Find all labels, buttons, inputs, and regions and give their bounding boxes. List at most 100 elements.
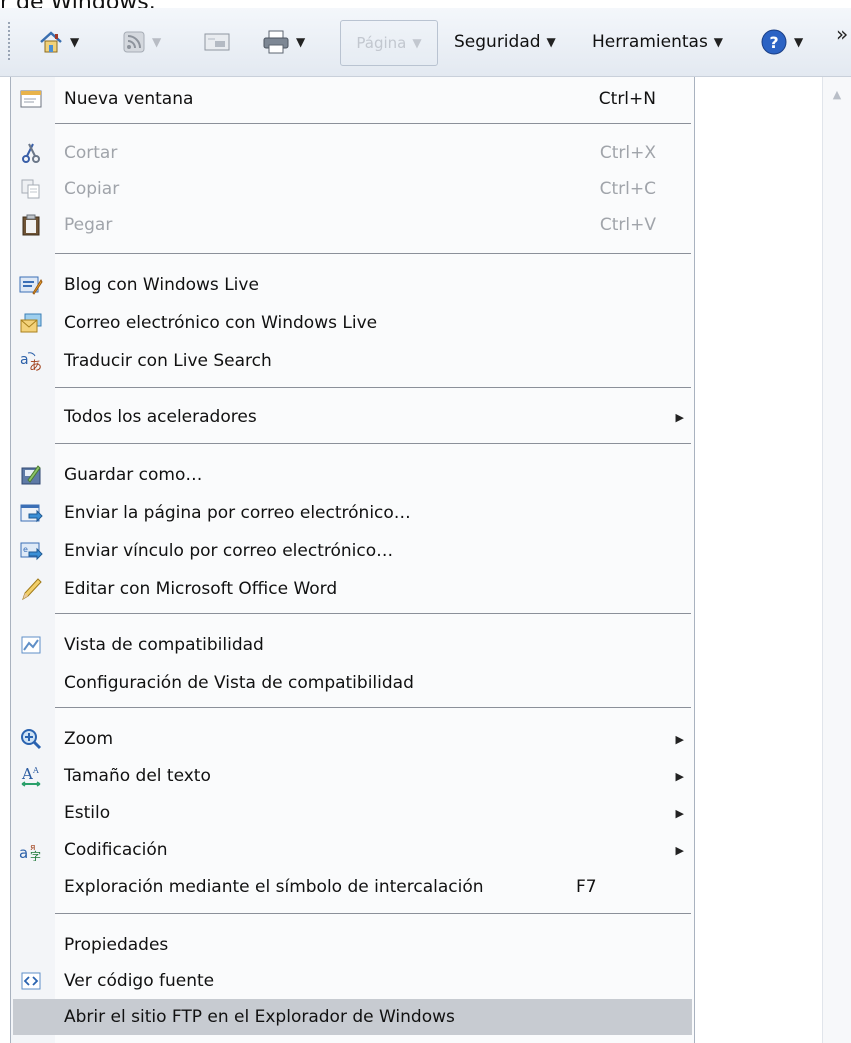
menu-separator [55,707,691,708]
blog-icon [19,273,43,297]
menu-item-label: Ver código fuente [64,971,215,991]
encoding-icon: aя字 [19,838,43,862]
svg-text:e: e [23,545,28,554]
menu-item-todos-aceleradores[interactable]: Todos los aceleradores ▶ [11,399,694,435]
feeds-button[interactable]: ▼ [122,8,161,76]
read-mail-button[interactable] [203,8,231,76]
copy-icon [19,177,43,201]
menu-item-cortar: Cortar Ctrl+X [11,135,694,171]
submenu-arrow-icon: ▶ [675,806,684,820]
submenu-arrow-icon: ▶ [675,843,684,857]
compat-view-icon [19,633,43,657]
menu-item-shortcut: Ctrl+C [599,179,656,199]
menu-separator [55,613,691,614]
menu-item-label: Blog con Windows Live [64,275,259,295]
menu-item-vista-compatibilidad[interactable]: Vista de compatibilidad [11,627,694,663]
chevron-down-icon[interactable]: ▼ [70,35,79,49]
command-bar: ▼ ▼ ▼ Página ▼ Seguridad ▼ Herramientas … [0,8,851,77]
scissors-icon [19,141,43,165]
menu-separator [55,913,691,914]
submenu-arrow-icon: ▶ [675,732,684,746]
send-link-icon: e [19,539,43,563]
print-icon [262,29,290,55]
menu-item-label: Traducir con Live Search [64,351,272,371]
toolbar-overflow-chevron[interactable]: » [836,22,848,46]
menu-item-estilo[interactable]: Estilo ▶ [11,795,694,831]
new-window-icon [19,87,43,111]
mail-live-icon [19,311,43,335]
menu-item-label: Configuración de Vista de compatibilidad [64,673,414,693]
menu-item-correo-windows-live[interactable]: Correo electrónico con Windows Live [11,305,694,341]
menu-item-zoom[interactable]: Zoom ▶ [11,721,694,757]
menu-item-label: Exploración mediante el símbolo de inter… [64,877,484,897]
svg-text:A: A [21,765,33,783]
seguridad-label: Seguridad [454,32,541,52]
menu-item-label: Correo electrónico con Windows Live [64,313,378,333]
chevron-down-icon: ▼ [546,35,556,49]
menu-item-editar-word[interactable]: Editar con Microsoft Office Word [11,571,694,607]
menu-item-enviar-pagina[interactable]: Enviar la página por correo electrónico… [11,495,694,531]
svg-text:A: A [32,766,39,775]
zoom-icon [19,727,43,751]
menu-item-label: Estilo [64,803,111,823]
menu-item-guardar-como[interactable]: Guardar como… [11,457,694,493]
menu-item-enviar-vinculo[interactable]: e Enviar vínculo por correo electrónico… [11,533,694,569]
menu-item-label: Todos los aceleradores [64,407,257,427]
home-icon [38,29,64,55]
home-button[interactable]: ▼ [38,8,79,76]
rss-feeds-icon [122,30,146,54]
menu-item-label: Editar con Microsoft Office Word [64,579,338,599]
menu-item-nueva-ventana[interactable]: Nueva ventana Ctrl+N [11,81,694,117]
menu-item-shortcut: Ctrl+V [599,215,656,235]
view-source-icon [19,969,43,993]
chevron-down-icon: ▼ [713,35,724,49]
menu-item-label: Enviar vínculo por correo electrónico… [64,541,394,561]
paste-icon [19,213,43,237]
menu-item-label: Nueva ventana [64,89,194,109]
text-size-icon: AA [19,764,43,788]
read-mail-icon [203,31,231,53]
svg-text:あ: あ [29,359,42,372]
herramientas-menu-button[interactable]: Herramientas ▼ [592,8,723,76]
menu-item-codificacion[interactable]: aя字 Codificación ▶ [11,832,694,868]
menu-item-exploracion-intercalacion[interactable]: Exploración mediante el símbolo de inter… [11,869,694,905]
svg-text:a: a [19,844,28,861]
menu-item-label: Codificación [64,840,168,860]
pagina-menu-button[interactable]: Página ▼ [340,20,438,66]
pagina-label: Página [356,34,407,52]
menu-item-ver-codigo-fuente[interactable]: Ver código fuente [11,963,694,999]
herramientas-label: Herramientas [592,32,708,52]
menu-item-label: Pegar [64,215,113,235]
menu-item-tamano-texto[interactable]: AA Tamaño del texto ▶ [11,758,694,794]
scroll-up-arrow[interactable]: ▲ [831,89,843,101]
menu-separator [55,253,691,254]
chevron-down-icon: ▼ [412,36,422,50]
pagina-dropdown-menu: Nueva ventana Ctrl+N Cortar Ctrl+X Copia… [10,77,695,1043]
translate-icon: aあ [19,349,43,373]
menu-item-blog-windows-live[interactable]: Blog con Windows Live [11,267,694,303]
toolbar-grip[interactable] [8,22,13,60]
menu-separator [55,123,691,124]
menu-item-pegar: Pegar Ctrl+V [11,207,694,243]
menu-item-label: Abrir el sitio FTP en el Explorador de W… [64,1007,455,1027]
menu-item-traducir-live-search[interactable]: aあ Traducir con Live Search [11,343,694,379]
vertical-scrollbar[interactable]: ▲ [822,77,851,1043]
menu-item-label: Propiedades [64,935,169,955]
help-button[interactable]: ? ▼ [760,8,803,76]
menu-separator [55,443,691,444]
submenu-arrow-icon: ▶ [675,769,684,783]
menu-item-propiedades[interactable]: Propiedades [11,927,694,963]
print-button[interactable]: ▼ [262,8,305,76]
chevron-down-icon[interactable]: ▼ [296,35,305,49]
menu-item-label: Vista de compatibilidad [64,635,264,655]
menu-item-abrir-ftp-explorador[interactable]: Abrir el sitio FTP en el Explorador de W… [13,999,692,1035]
menu-item-label: Guardar como… [64,465,203,485]
chevron-down-icon[interactable]: ▼ [152,35,161,49]
menu-item-label: Zoom [64,729,114,749]
menu-separator [55,387,691,388]
menu-item-config-vista-compatibilidad[interactable]: Configuración de Vista de compatibilidad [11,665,694,701]
menu-item-label: Enviar la página por correo electrónico… [64,503,411,523]
chevron-down-icon: ▼ [794,35,804,49]
menu-item-label: Cortar [64,143,118,163]
seguridad-menu-button[interactable]: Seguridad ▼ [454,8,556,76]
